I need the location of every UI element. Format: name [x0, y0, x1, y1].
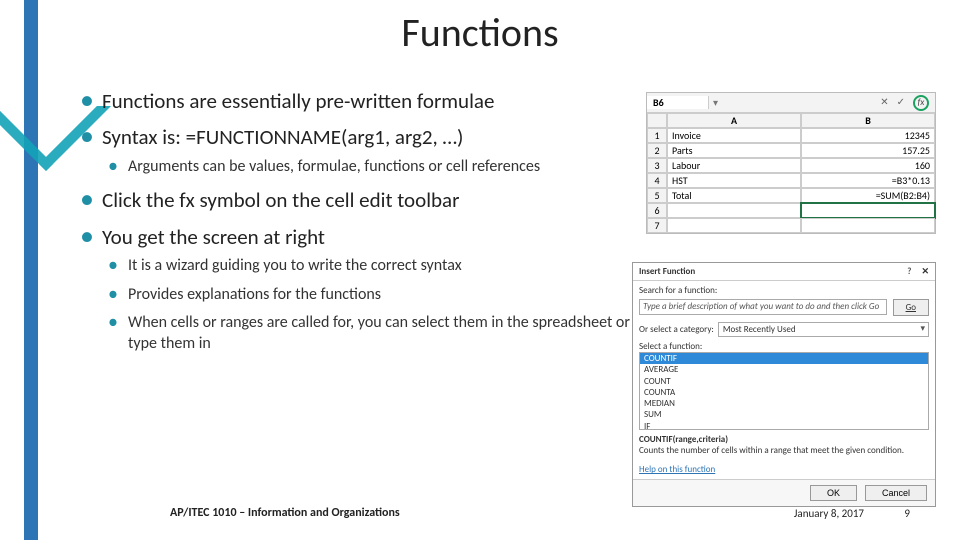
list-item[interactable]: COUNT [640, 376, 928, 387]
active-cell[interactable] [801, 203, 935, 218]
bullet-text: Syntax is: =FUNCTIONNAME(arg1, arg2, …) [102, 124, 463, 150]
chevron-down-icon[interactable]: ▾ [709, 96, 722, 109]
check-icon[interactable]: ✓ [897, 95, 905, 111]
function-description: Counts the number of cells within a rang… [639, 446, 929, 456]
slide-body: Functions are essentially pre-written fo… [80, 88, 640, 365]
row-header[interactable]: 5 [647, 188, 667, 203]
bullet: You get the screen at right It is a wiza… [80, 224, 640, 355]
category-select[interactable]: Most Recently Used [718, 322, 929, 337]
slide-title: Functions [0, 8, 960, 57]
sub-bullet: It is a wizard guiding you to write the … [102, 256, 640, 277]
dialog-title: Insert Function [639, 266, 695, 277]
sub-bullet: Provides explanations for the functions [102, 285, 640, 306]
cell[interactable] [801, 218, 935, 233]
cell[interactable]: =SUM(B2:B4) [801, 188, 935, 203]
list-item[interactable]: COUNTA [640, 387, 928, 398]
cell[interactable]: 157.25 [801, 143, 935, 158]
cell[interactable]: Invoice [667, 128, 801, 143]
accent-bar [24, 0, 38, 540]
cell[interactable]: Total [667, 188, 801, 203]
name-box[interactable]: B6 [647, 96, 709, 109]
search-label: Search for a function: [639, 285, 929, 296]
bullet: Click the fx symbol on the cell edit too… [80, 187, 640, 213]
excel-sheet-screenshot: B6 ▾ ✕ ✓ fx A B 1Invoice12345 2Parts157.… [646, 92, 936, 234]
search-input[interactable]: Type a brief description of what you wan… [639, 299, 887, 315]
footer-date: January 8, 2017 [794, 507, 864, 520]
function-signature: COUNTIF(range,criteria) [639, 434, 929, 445]
row-header[interactable]: 4 [647, 173, 667, 188]
list-item[interactable]: MEDIAN [640, 398, 928, 409]
footer-course: AP/ITEC 1010 – Information and Organizat… [170, 506, 400, 520]
cell[interactable]: 160 [801, 158, 935, 173]
row-header[interactable]: 1 [647, 128, 667, 143]
insert-function-dialog: Insert Function ? ✕ Search for a functio… [632, 262, 936, 507]
go-button[interactable]: Go [893, 299, 929, 316]
help-icon[interactable]: ? [907, 266, 911, 277]
fx-icon[interactable]: fx [913, 95, 929, 111]
row-header[interactable]: 3 [647, 158, 667, 173]
row-header[interactable]: 7 [647, 218, 667, 233]
select-function-label: Select a function: [639, 341, 929, 352]
select-all-corner[interactable] [647, 113, 667, 128]
close-icon[interactable]: ✕ [921, 266, 929, 277]
bullet: Syntax is: =FUNCTIONNAME(arg1, arg2, …) … [80, 124, 640, 177]
function-list[interactable]: COUNTIF AVERAGE COUNT COUNTA MEDIAN SUM … [639, 352, 929, 430]
list-item[interactable]: SUM [640, 409, 928, 420]
cell[interactable] [667, 203, 801, 218]
cell[interactable]: =B3*0.13 [801, 173, 935, 188]
cell[interactable]: 12345 [801, 128, 935, 143]
slide: Functions Functions are essentially pre-… [0, 0, 960, 540]
row-header[interactable]: 6 [647, 203, 667, 218]
col-header-b[interactable]: B [801, 113, 935, 128]
footer-page-number: 9 [904, 507, 910, 520]
bullet-text: You get the screen at right [102, 224, 325, 250]
sub-bullet: Arguments can be values, formulae, funct… [102, 157, 640, 178]
bullet: Functions are essentially pre-written fo… [80, 88, 640, 114]
cell[interactable]: Labour [667, 158, 801, 173]
row-header[interactable]: 2 [647, 143, 667, 158]
cancel-icon[interactable]: ✕ [880, 95, 888, 111]
cell[interactable] [667, 218, 801, 233]
col-header-a[interactable]: A [667, 113, 801, 128]
cancel-button[interactable]: Cancel [865, 485, 927, 501]
sub-bullet: When cells or ranges are called for, you… [102, 313, 640, 355]
category-label: Or select a category: [639, 324, 714, 335]
help-link[interactable]: Help on this function [639, 464, 929, 475]
list-item[interactable]: IF [640, 421, 928, 431]
ok-button[interactable]: OK [810, 485, 857, 501]
list-item[interactable]: COUNTIF [640, 353, 928, 364]
cell[interactable]: Parts [667, 143, 801, 158]
list-item[interactable]: AVERAGE [640, 364, 928, 375]
cell[interactable]: HST [667, 173, 801, 188]
